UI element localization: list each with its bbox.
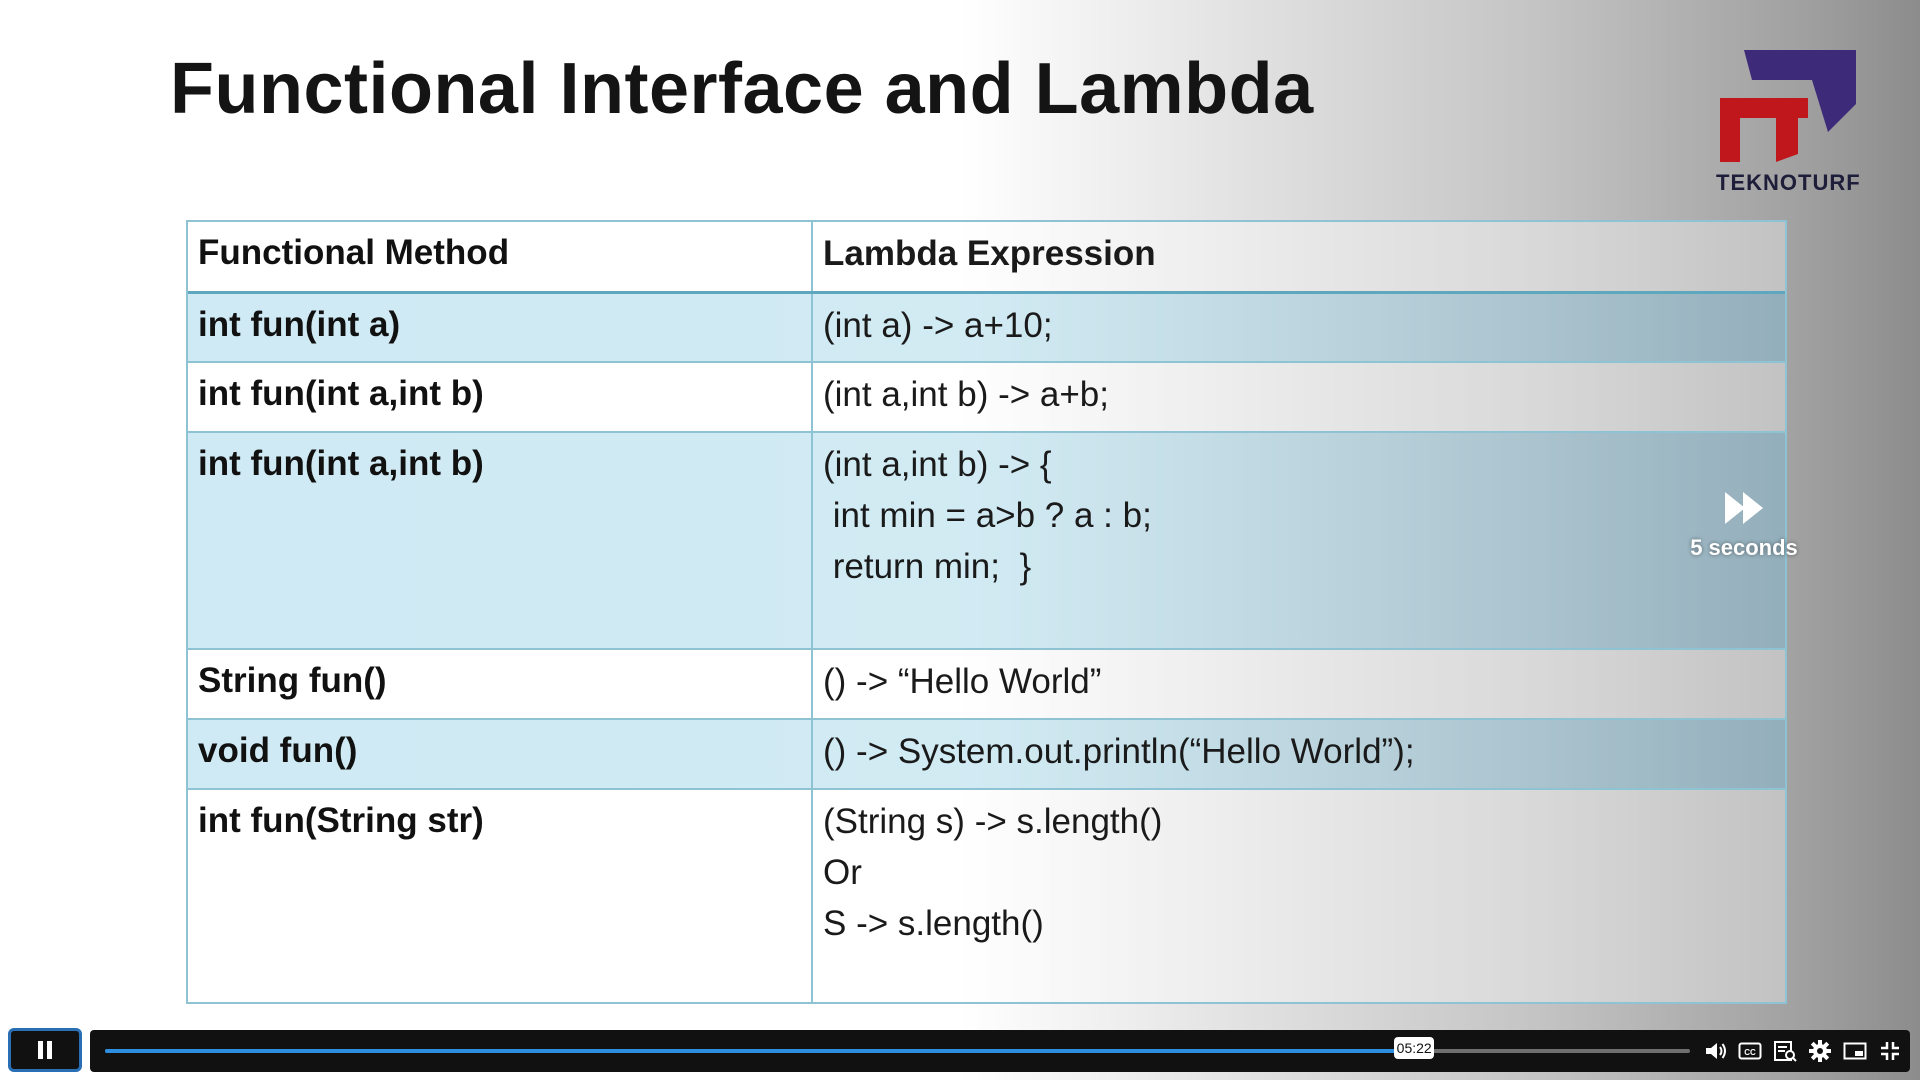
method-cell: int fun(int a,int b) [188,433,813,648]
lambda-cell: (int a,int b) -> { int min = a>b ? a : b… [813,433,1785,648]
lambda-line: (int a) -> a+10; [823,306,1053,345]
slide-title: Functional Interface and Lambda [170,49,1314,129]
header-lambda-expression: Lambda Expression [823,234,1156,273]
lambda-line: (String s) -> s.length() [823,802,1163,841]
time-tooltip: 05:22 [1394,1037,1435,1059]
lambda-cell: () -> System.out.println(“Hello World”); [813,720,1785,788]
volume-button[interactable] [1703,1038,1729,1064]
exit-fullscreen-button[interactable] [1877,1038,1903,1064]
volume-icon [1706,1043,1726,1059]
settings-button[interactable] [1807,1038,1833,1064]
pause-button[interactable] [8,1028,82,1072]
teknoturf-logo: TEKNOTURF [1716,44,1860,199]
progress-bar[interactable]: 05:22 [105,1037,1690,1059]
table-row: String fun() () -> “Hello World” [188,650,1785,720]
exit-fullscreen-icon [1881,1042,1899,1060]
lambda-line: (int a,int b) -> a+b; [823,375,1109,414]
video-frame[interactable]: Functional Interface and Lambda TEKNOTUR… [0,0,1920,1080]
picture-in-picture-button[interactable] [1842,1038,1868,1064]
method-cell: void fun() [188,720,813,788]
lambda-line: () -> “Hello World” [823,662,1102,701]
lambda-line: (int a,int b) -> { [823,445,1052,484]
skip-forward-indicator: 5 seconds [1688,490,1800,561]
svg-text:CC: CC [1744,1048,1756,1057]
lambda-cell: (String s) -> s.length() Or S -> s.lengt… [813,790,1785,1002]
table-row: int fun(int a,int b) (int a,int b) -> a+… [188,363,1785,433]
lambda-line: return min; } [823,547,1032,586]
table-row: void fun() () -> System.out.println(“Hel… [188,720,1785,790]
logo-mark-icon [1720,50,1856,162]
method-cell: int fun(int a) [188,294,813,361]
lambda-line: int min = a>b ? a : b; [823,496,1152,535]
table-row: int fun(int a,int b) (int a,int b) -> { … [188,433,1785,650]
pause-icon [38,1041,52,1059]
method-cell: int fun(int a,int b) [188,363,813,431]
table-header-row: Functional Method Lambda Expression [188,222,1785,294]
skip-label: 5 seconds [1690,535,1798,560]
lambda-line: Or [823,853,862,892]
captions-button[interactable]: CC [1737,1038,1763,1064]
lambda-line: () -> System.out.println(“Hello World”); [823,732,1415,771]
lambda-cell: (int a) -> a+10; [813,294,1785,361]
transcript-button[interactable] [1772,1038,1798,1064]
transcript-icon [1774,1041,1797,1062]
captions-icon: CC [1738,1042,1762,1060]
method-cell: String fun() [188,650,813,718]
progress-fill [105,1049,1415,1053]
header-functional-method: Functional Method [188,222,813,291]
table-row: int fun(String str) (String s) -> s.leng… [188,790,1785,1002]
player-controls: 05:22 CC [0,1024,1920,1080]
settings-icon [1809,1040,1831,1062]
method-cell: int fun(String str) [188,790,813,1002]
lambda-cell: () -> “Hello World” [813,650,1785,718]
table-row: int fun(int a) (int a) -> a+10; [188,294,1785,363]
fast-forward-icon [1725,492,1763,524]
lambda-line: S -> s.length() [823,904,1044,943]
logo-text: TEKNOTURF [1716,170,1861,195]
lambda-cell: (int a,int b) -> a+b; [813,363,1785,431]
lambda-table: Functional Method Lambda Expression int … [186,220,1787,1004]
picture-in-picture-icon [1843,1042,1867,1060]
